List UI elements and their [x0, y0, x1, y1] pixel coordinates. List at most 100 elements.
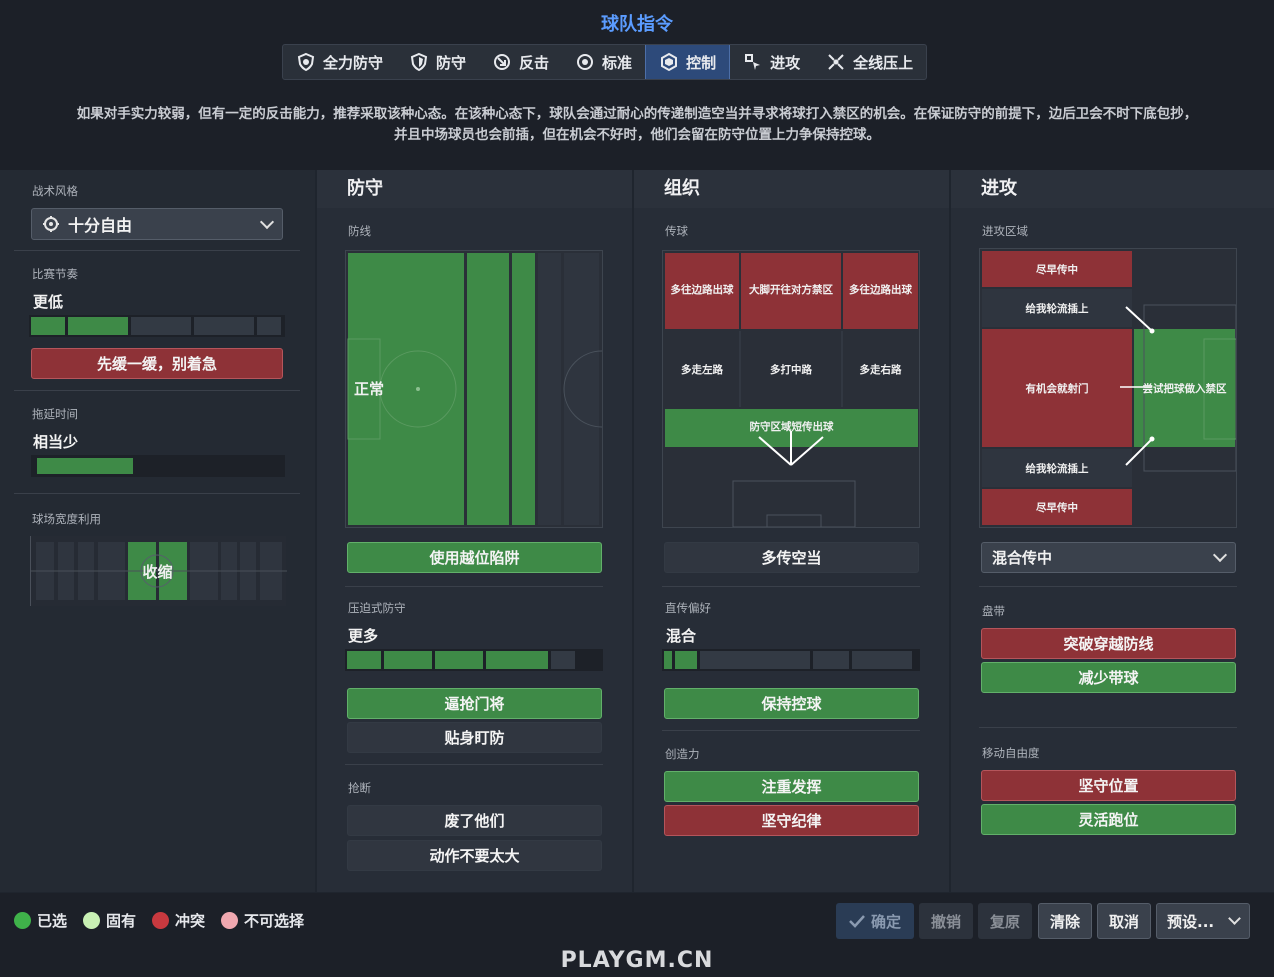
- counter-arrow-icon: [492, 52, 512, 72]
- cell-right-flank[interactable]: 多走右路: [843, 351, 918, 387]
- slider-segment: [384, 651, 432, 669]
- watermark: PLAYGM.CN: [560, 948, 714, 973]
- tab-label: 标准: [602, 53, 633, 72]
- restore-button[interactable]: 复原: [978, 903, 1032, 939]
- tab-balanced[interactable]: 标准: [562, 45, 645, 79]
- legend-item: 不可选择: [221, 910, 304, 931]
- tab-very-defensive[interactable]: 全力防守: [283, 45, 396, 79]
- directness-label: 直传偏好: [665, 601, 711, 615]
- line-value: 正常: [354, 379, 385, 398]
- press-slider[interactable]: [345, 649, 603, 671]
- legend-label: 固有: [106, 912, 137, 930]
- width-value: 收缩: [142, 562, 173, 581]
- slider-segment: [551, 651, 575, 669]
- directness-slider[interactable]: [662, 649, 920, 671]
- cell-center[interactable]: 多打中路: [741, 351, 841, 387]
- tab-label: 反击: [519, 53, 550, 72]
- tab-label: 进攻: [770, 53, 801, 72]
- slider-segment: [435, 651, 483, 669]
- offside-trap-button[interactable]: 使用越位陷阱: [347, 542, 602, 573]
- slider-segment: [131, 317, 191, 335]
- aggressive-tackle-button[interactable]: 废了他们: [347, 805, 602, 836]
- crossing-dropdown[interactable]: 混合传中: [981, 542, 1236, 573]
- divider: [14, 390, 300, 391]
- cell-long-ball[interactable]: 大脚开往对方禁区: [741, 271, 841, 307]
- slider-segment: [194, 317, 254, 335]
- legend: 已选 固有 冲突 不可选择: [14, 910, 304, 931]
- cell-play-out[interactable]: 防守区域短传出球: [665, 411, 918, 441]
- style-dropdown[interactable]: 十分自由: [31, 208, 283, 240]
- hold-position-button[interactable]: 坚守位置: [981, 770, 1236, 801]
- width-pitch[interactable]: 收缩: [30, 536, 287, 606]
- tab-control[interactable]: 控制: [645, 45, 731, 79]
- cell-overlap-right[interactable]: 给我轮流插上: [982, 449, 1132, 487]
- roam-button[interactable]: 灵活跑位: [981, 804, 1236, 835]
- legend-dot-icon: [83, 912, 101, 929]
- tab-defensive[interactable]: 防守: [396, 45, 479, 79]
- legend-dot-icon: [152, 912, 170, 929]
- undo-button[interactable]: 撤销: [919, 903, 973, 939]
- style-value: 十分自由: [68, 216, 133, 235]
- cell-overlap-left[interactable]: 给我轮流插上: [982, 289, 1132, 327]
- slider-segment: [347, 651, 381, 669]
- legend-label: 不可选择: [244, 912, 305, 930]
- directness-value: 混合: [666, 627, 697, 645]
- tab-counter[interactable]: 反击: [479, 45, 562, 79]
- attack-title: 进攻: [951, 170, 1274, 208]
- press-goalkeeper-button[interactable]: 逼抢门将: [347, 688, 602, 719]
- slider-segment: [852, 651, 912, 669]
- cell-left-flank[interactable]: 多走左路: [665, 351, 739, 387]
- divider: [662, 586, 920, 587]
- be-expressive-button[interactable]: 注重发挥: [664, 771, 919, 802]
- legend-dot-icon: [221, 912, 239, 929]
- slider-segment: [813, 651, 849, 669]
- cell-wide-top-right[interactable]: 多往边路出球: [843, 271, 918, 307]
- cancel-button[interactable]: 取消: [1097, 903, 1151, 939]
- passing-pitch[interactable]: 多往边路出球 大脚开往对方禁区 多往边路出球 多走左路 多打中路 多走右路 防守…: [662, 250, 920, 528]
- tempo-label: 比赛节奏: [32, 267, 78, 281]
- organization-panel: 组织 传球 多往边路出球 大脚开往对方禁区 多往边路出球 多走左路 多打中路 多…: [634, 170, 949, 892]
- timewasting-fill: [37, 458, 133, 474]
- tab-attacking[interactable]: 进攻: [730, 45, 813, 79]
- retain-possession-button[interactable]: 保持控球: [664, 688, 919, 719]
- attacking-zone-pitch[interactable]: 尽早传中 给我轮流插上 有机会就射门 尝试把球做入禁区 给我轮流插上 尽早传中: [979, 248, 1237, 528]
- tab-very-attacking[interactable]: 全线压上: [813, 45, 926, 79]
- divider: [14, 493, 300, 494]
- slider-segment: [675, 651, 697, 669]
- header: 球队指令 全力防守 防守 反击 标准 控制 进攻 全线压上 如果对手实力较弱，但…: [0, 0, 1274, 170]
- tempo-slider[interactable]: [29, 315, 285, 337]
- run-at-defence-button[interactable]: 突破穿越防线: [981, 628, 1236, 659]
- balance-icon: [575, 52, 595, 72]
- play-into-space-button[interactable]: 多传空当: [664, 542, 919, 573]
- press-label: 压迫式防守: [348, 601, 406, 615]
- tight-marking-button[interactable]: 贴身盯防: [347, 722, 602, 753]
- legend-label: 已选: [37, 912, 68, 930]
- slider-segment: [486, 651, 548, 669]
- slider-segment: [664, 651, 672, 669]
- gear-icon: [42, 215, 60, 233]
- cell-wide-top-left[interactable]: 多往边路出球: [665, 271, 739, 307]
- preset-label: 预设...: [1167, 912, 1215, 931]
- defensive-line-pitch[interactable]: 正常: [345, 250, 603, 528]
- freedom-label: 移动自由度: [982, 746, 1040, 760]
- cell-work-into-box[interactable]: 尝试把球做入禁区: [1134, 329, 1235, 447]
- timewasting-slider[interactable]: [31, 455, 285, 477]
- confirm-button[interactable]: 确定: [836, 903, 914, 939]
- be-disciplined-button[interactable]: 坚守纪律: [664, 805, 919, 836]
- clear-button[interactable]: 清除: [1038, 903, 1092, 939]
- stay-on-feet-button[interactable]: 动作不要太大: [347, 840, 602, 871]
- zone-label: 进攻区域: [982, 224, 1028, 238]
- cell-cross-early-top[interactable]: 尽早传中: [982, 251, 1132, 287]
- preset-dropdown[interactable]: 预设...: [1156, 903, 1250, 939]
- divider: [662, 730, 920, 731]
- mentality-description: 如果对手实力较弱，但有一定的反击能力，推荐采取该种心态。在该种心态下，球队会通过…: [30, 104, 1244, 146]
- dribble-less-button[interactable]: 减少带球: [981, 662, 1236, 693]
- divider: [979, 727, 1237, 728]
- tempo-instruction-button[interactable]: 先缓一缓，别着急: [31, 348, 283, 379]
- divider: [345, 586, 603, 587]
- slider-segment: [257, 317, 281, 335]
- slider-segment: [68, 317, 128, 335]
- cell-cross-early-bottom[interactable]: 尽早传中: [982, 489, 1132, 525]
- cell-shoot-on-sight[interactable]: 有机会就射门: [982, 329, 1132, 447]
- creativity-label: 创造力: [665, 747, 700, 761]
